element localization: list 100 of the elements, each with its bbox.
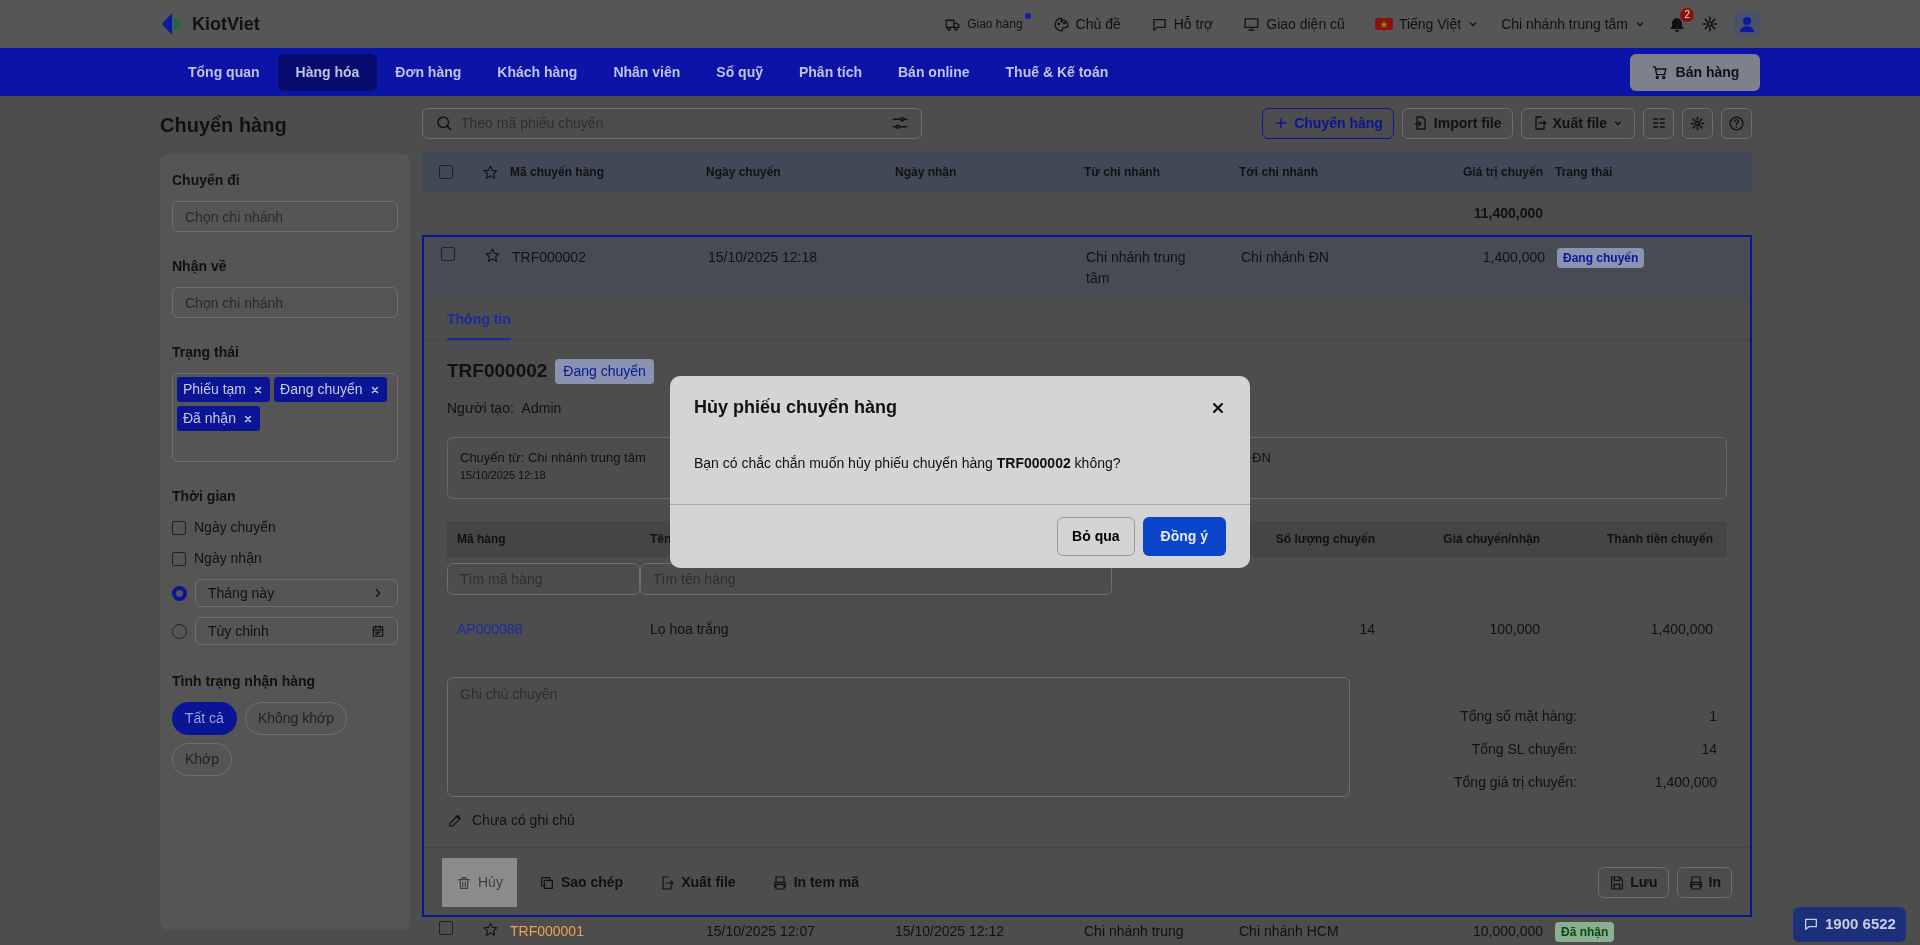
- palette-icon[interactable]: [1052, 15, 1070, 33]
- user-avatar[interactable]: [1734, 11, 1760, 37]
- nav-tab[interactable]: Nhân viên: [595, 53, 699, 91]
- filter-title: Tình trạng nhận hàng: [172, 672, 317, 691]
- nav-tab[interactable]: Thuế & Kế toán: [987, 53, 1127, 91]
- table-cell: Lọ hoa trắng: [650, 621, 729, 637]
- top-link[interactable]: Giao diện cũ: [1266, 13, 1345, 35]
- bell-icon[interactable]: [1668, 15, 1686, 33]
- filter-icon[interactable]: [891, 114, 909, 132]
- nav-tab[interactable]: Hàng hóa: [277, 53, 378, 91]
- nav-tab[interactable]: Bán online: [880, 53, 988, 91]
- transfer-title: TRF000002: [447, 359, 548, 383]
- column-header[interactable]: Từ chi nhánh: [1084, 165, 1161, 179]
- chat-icon: [1803, 916, 1819, 933]
- transfer-code[interactable]: TRF000002: [512, 249, 586, 265]
- star-icon[interactable]: [481, 921, 499, 938]
- date-range-field[interactable]: Tháng này: [195, 579, 398, 607]
- toolbar-button[interactable]: Import file: [1401, 107, 1513, 139]
- detail-tab[interactable]: Thông tin: [447, 299, 511, 340]
- table-cell: Chi nhánh ĐN: [1241, 249, 1329, 265]
- filter-title: Chuyển đi: [172, 171, 241, 190]
- help-button[interactable]: [1721, 107, 1752, 139]
- nav-tab[interactable]: Khách hàng: [479, 53, 596, 91]
- checkbox[interactable]: [439, 165, 453, 179]
- top-link[interactable]: Giao hàng: [967, 15, 1023, 33]
- route-from: Chuyển từ: Chi nhánh trung tâm: [460, 448, 646, 467]
- column-header[interactable]: Ngày nhận: [895, 165, 957, 179]
- action-button[interactable]: Xuất file: [645, 858, 750, 907]
- filter-title: Trạng thái: [172, 343, 240, 362]
- logo-text[interactable]: KiotViet: [192, 10, 260, 38]
- sell-button[interactable]: Bán hàng: [1630, 53, 1760, 91]
- action-button[interactable]: In tem mã: [757, 858, 873, 907]
- checkbox-label[interactable]: Ngày nhận: [194, 548, 262, 569]
- table-cell: Chi nhánh trung tâm: [1086, 249, 1186, 286]
- summary-label: Tổng giá trị chuyển:: [1454, 774, 1577, 790]
- status-badge: Đã nhận: [1555, 922, 1615, 942]
- summary-value: 1: [1709, 708, 1717, 724]
- column-header[interactable]: Ngày chuyển: [706, 165, 781, 179]
- monitor-icon[interactable]: [1243, 15, 1261, 33]
- summary-label: Tổng số mặt hàng:: [1460, 708, 1577, 724]
- toolbar-button[interactable]: Chuyển hàng: [1262, 107, 1394, 139]
- toolbar-button[interactable]: Xuất file: [1520, 107, 1635, 139]
- transfer-code[interactable]: TRF000001: [510, 923, 584, 939]
- calendar-icon: [371, 624, 385, 638]
- language-selector[interactable]: Tiếng Việt: [1398, 13, 1462, 35]
- star-icon[interactable]: [483, 247, 501, 264]
- date-range-value: Tháng này: [208, 583, 275, 603]
- filter-chip[interactable]: Tất cả: [172, 702, 237, 735]
- table-cell: 14: [1359, 621, 1375, 637]
- edit-icon[interactable]: [447, 812, 464, 829]
- column-header[interactable]: Giá trị chuyển: [1462, 165, 1543, 179]
- nav-tab[interactable]: Sổ quỹ: [698, 53, 781, 91]
- top-link[interactable]: Hỗ trợ: [1173, 13, 1214, 35]
- nav-tab[interactable]: Đơn hàng: [377, 53, 480, 91]
- summary-value: 14: [1701, 741, 1717, 757]
- save-icon: [1609, 874, 1626, 891]
- settings-icon[interactable]: [1702, 16, 1718, 32]
- hotline-button[interactable]: 1900 6522: [1793, 907, 1906, 942]
- column-header[interactable]: Trạng thái: [1555, 165, 1613, 179]
- date-range-value: Tùy chỉnh: [208, 621, 269, 641]
- column-header[interactable]: Mã chuyển hàng: [510, 165, 604, 179]
- date-range-field[interactable]: Tùy chỉnh: [195, 617, 398, 645]
- radio-button[interactable]: [172, 585, 187, 601]
- checkbox-label[interactable]: Ngày chuyển: [194, 517, 276, 538]
- filter-title: Thời gian: [172, 487, 237, 506]
- nav-tab[interactable]: Phân tích: [781, 53, 880, 91]
- star-icon[interactable]: [481, 163, 499, 181]
- columns-button[interactable]: [1643, 107, 1674, 139]
- item-code-link[interactable]: AP000088: [457, 621, 523, 637]
- column-header[interactable]: Tới chi nhánh: [1239, 165, 1319, 179]
- checkbox[interactable]: [172, 551, 186, 566]
- dialog-title: Hủy phiếu chuyển hàng: [694, 396, 898, 419]
- copy-icon: [538, 874, 555, 891]
- action-button[interactable]: Hủy: [442, 858, 517, 907]
- cancel-button[interactable]: Bỏ qua: [1057, 517, 1135, 556]
- checkbox[interactable]: [441, 247, 455, 261]
- export-icon: [659, 874, 676, 891]
- search-icon: [435, 114, 453, 132]
- route-to: ĐN: [1252, 448, 1271, 467]
- action-button[interactable]: In: [1676, 867, 1732, 898]
- nav-tab[interactable]: Tổng quan: [170, 53, 278, 91]
- status-badge: Đang chuyển: [555, 358, 654, 384]
- checkbox[interactable]: [439, 921, 453, 935]
- action-button[interactable]: Lưu: [1598, 867, 1669, 898]
- status-badge: Đang chuyển: [1557, 248, 1645, 268]
- route-date: 15/10/2025 12:18: [460, 468, 546, 483]
- confirm-button[interactable]: Đồng ý: [1142, 517, 1226, 556]
- printer-icon: [771, 874, 788, 891]
- table-cell: 15/10/2025 12:12: [895, 923, 1004, 939]
- settings-icon: [1690, 115, 1705, 131]
- settings-button[interactable]: [1682, 107, 1713, 139]
- note-status: Chưa có ghi chú: [472, 811, 575, 830]
- notification-badge: 2: [1680, 8, 1694, 22]
- branch-selector[interactable]: Chi nhánh trung tâm: [1501, 13, 1628, 35]
- status-select[interactable]: Phiếu tạm Đang chuyển Đã nhận: [172, 373, 398, 462]
- top-link[interactable]: Chủ đề: [1075, 13, 1121, 35]
- import-icon: [1412, 115, 1429, 131]
- action-button[interactable]: Sao chép: [524, 858, 638, 907]
- checkbox[interactable]: [172, 520, 186, 535]
- filter-title: Nhận về: [172, 257, 228, 276]
